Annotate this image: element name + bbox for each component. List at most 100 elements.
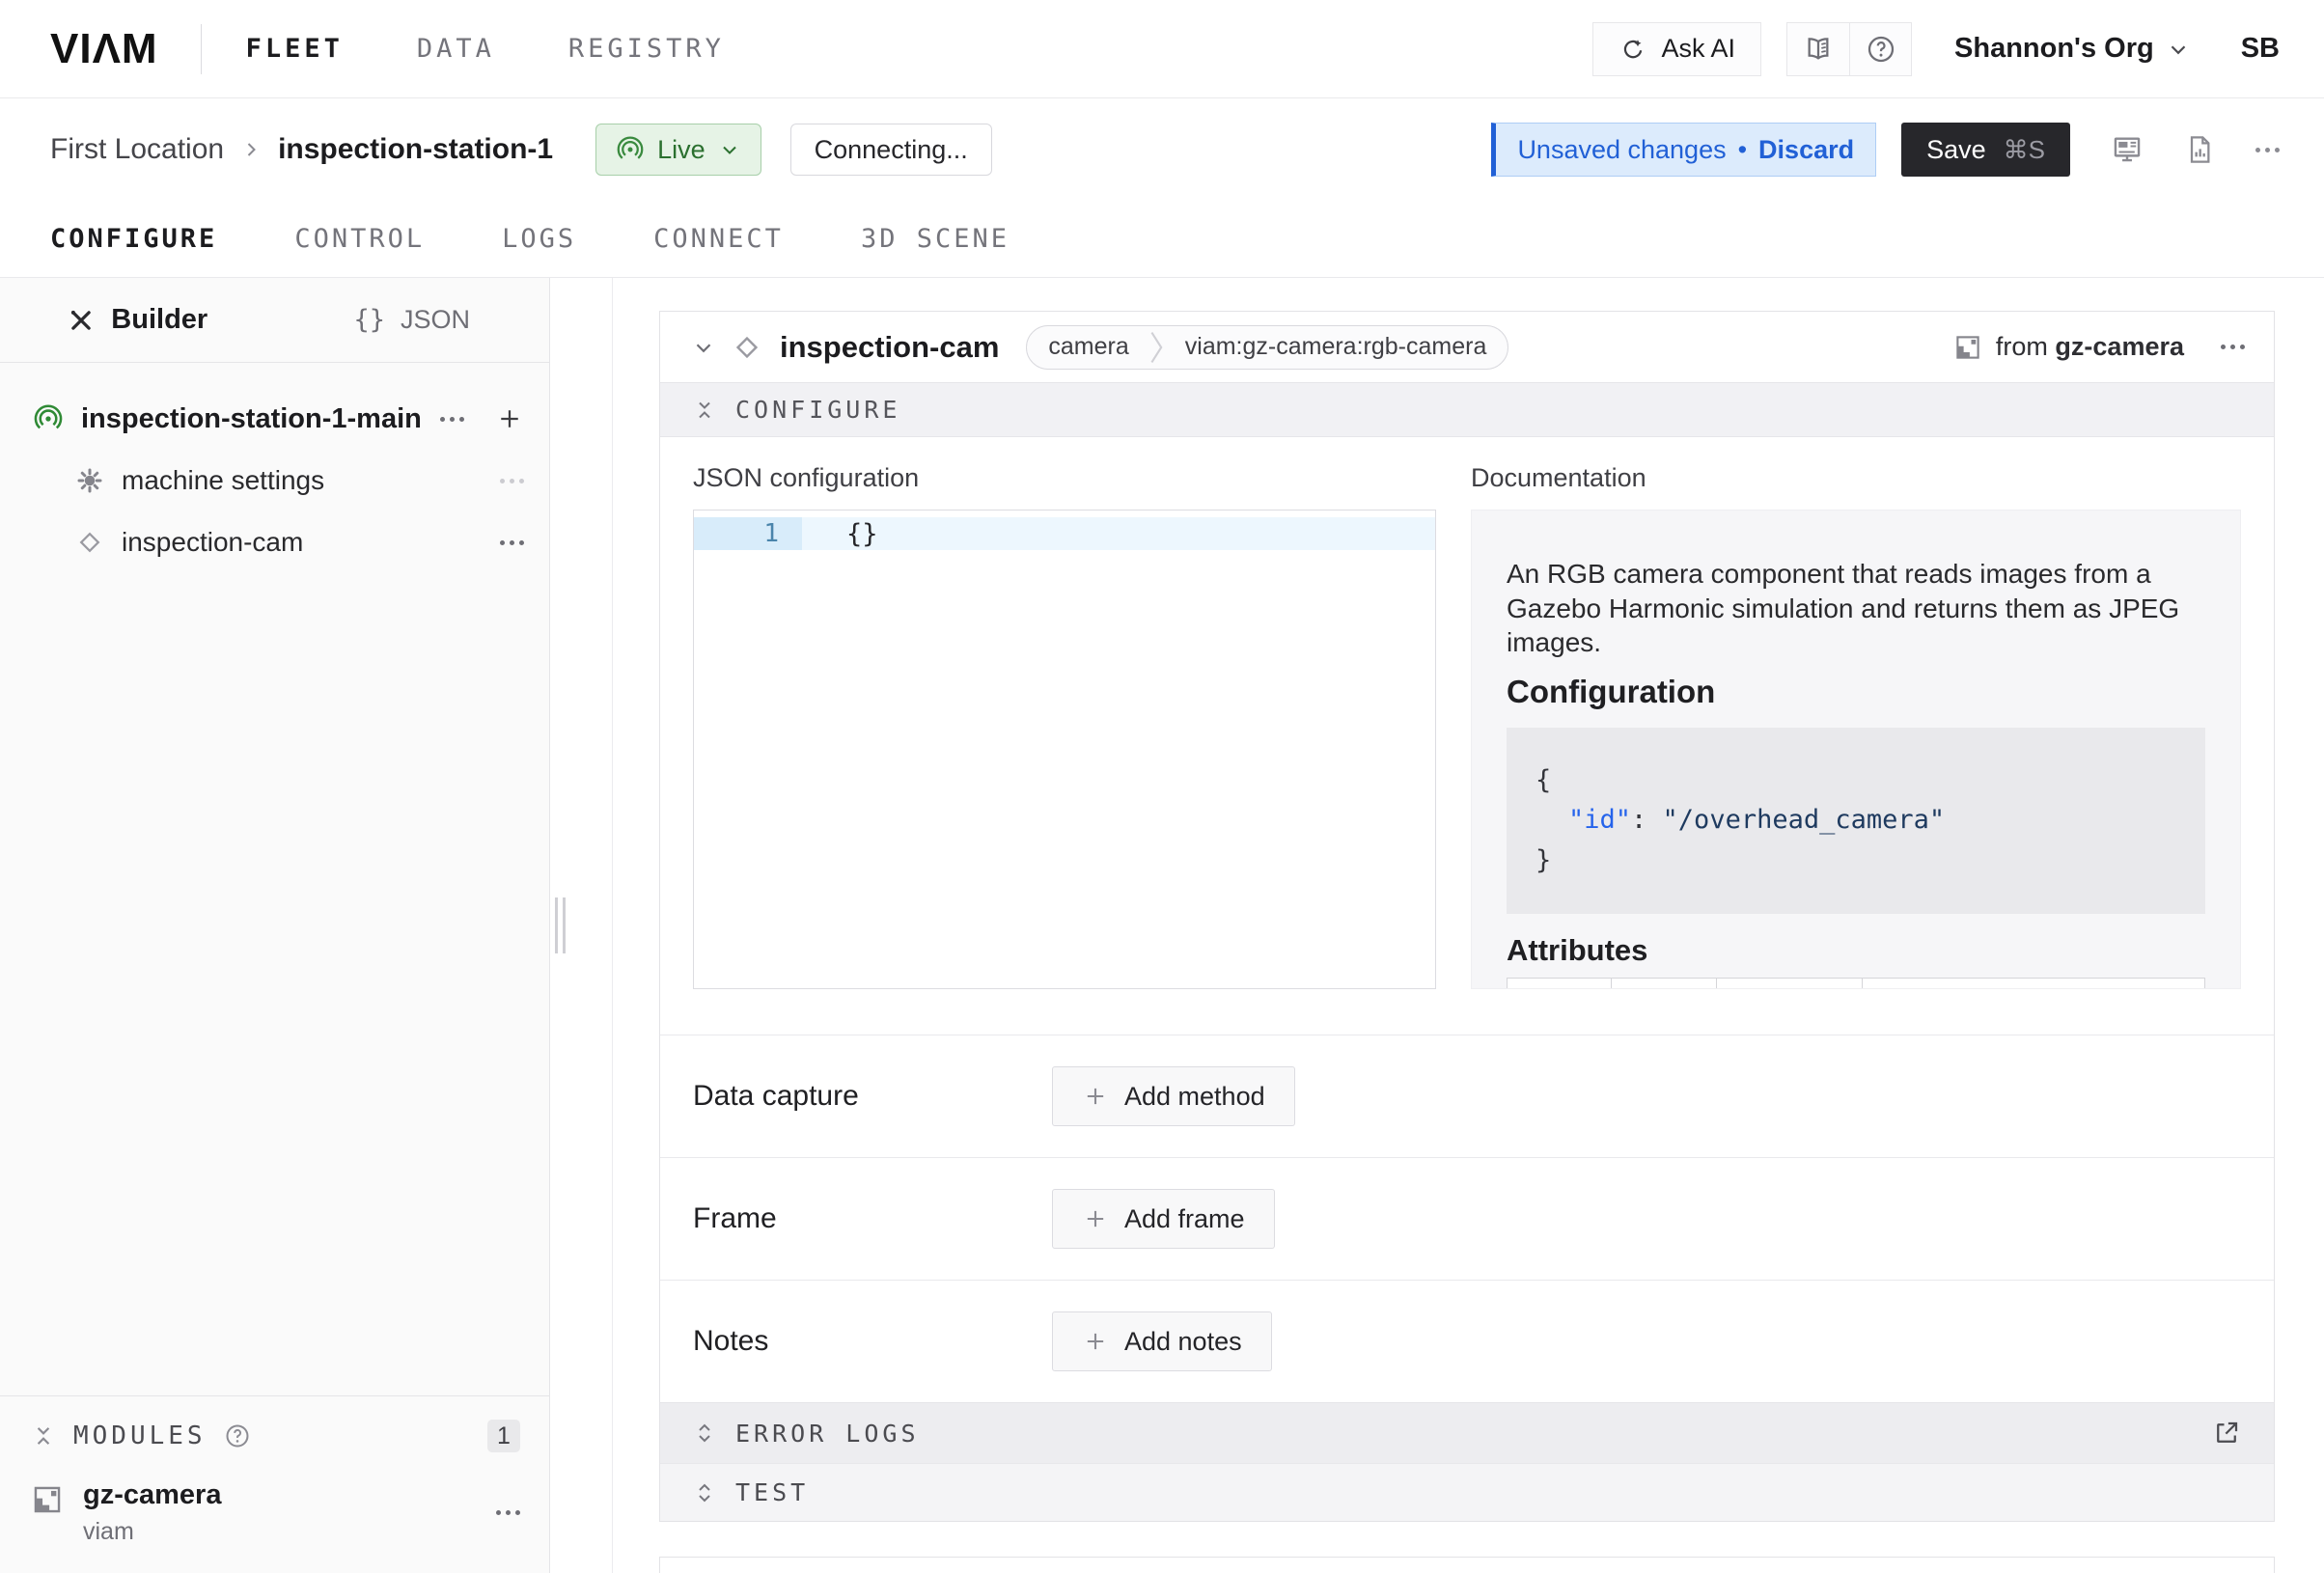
json-toggle[interactable]: {} JSON (275, 278, 550, 362)
nav-tab-data[interactable]: DATA (417, 34, 495, 64)
test-bar[interactable]: TEST (660, 1463, 2274, 1521)
json-toggle-label: JSON (401, 305, 470, 335)
modules-header[interactable]: MODULES 1 (0, 1396, 549, 1476)
builder-tools-icon (67, 306, 96, 335)
builder-json-toggle: Builder {} JSON (0, 278, 549, 363)
nav-tab-registry[interactable]: REGISTRY (568, 34, 725, 64)
module-more-menu[interactable] (496, 1510, 520, 1515)
configure-section-bar[interactable]: CONFIGURE (660, 382, 2274, 437)
connecting-button[interactable]: Connecting... (790, 124, 992, 176)
config-content: inspection-cam camera viam:gz-camera:rgb… (613, 278, 2324, 1573)
documentation-panel[interactable]: An RGB camera component that reads image… (1471, 510, 2241, 989)
from-module-name: gz-camera (2055, 332, 2184, 361)
editor-line-number: 1 (694, 517, 802, 550)
save-label: Save (1926, 135, 1986, 165)
separator-dot: • (1738, 135, 1747, 165)
monitor-icon[interactable] (2111, 133, 2144, 166)
add-frame-button[interactable]: Add frame (1052, 1189, 1275, 1249)
pill-chevron-icon (1150, 331, 1164, 364)
component-type: camera (1027, 333, 1149, 361)
add-method-button[interactable]: Add method (1052, 1066, 1295, 1126)
component-card-header: inspection-cam camera viam:gz-camera:rgb… (660, 312, 2274, 382)
breadcrumb-location[interactable]: First Location (50, 133, 224, 166)
diamond-icon (75, 528, 104, 557)
inspection-cam-more-menu[interactable] (500, 540, 524, 545)
top-nav: VIΛM FLEET DATA REGISTRY Ask AI (0, 0, 2324, 98)
discard-button[interactable]: Discard (1758, 135, 1854, 165)
json-braces-icon: {} (353, 305, 385, 335)
nav-tab-fleet[interactable]: FLEET (246, 34, 344, 64)
report-icon[interactable] (2184, 134, 2215, 165)
chevron-down-icon (2166, 37, 2191, 62)
notes-label: Notes (693, 1325, 1052, 1358)
machine-part-more-menu[interactable] (440, 417, 464, 422)
chevron-down-icon (718, 138, 741, 161)
external-link-icon[interactable] (2212, 1419, 2241, 1448)
org-switcher[interactable]: Shannon's Org (1954, 33, 2191, 65)
live-label: Live (657, 135, 706, 165)
viam-logo[interactable]: VIΛM (50, 25, 158, 73)
module-org: viam (83, 1518, 221, 1546)
builder-toggle[interactable]: Builder (0, 278, 275, 362)
tab-configure[interactable]: CONFIGURE (50, 224, 217, 254)
add-notes-button[interactable]: Add notes (1052, 1311, 1272, 1371)
attributes-table-cell (1508, 979, 1612, 989)
json-config-label: JSON configuration (693, 463, 1436, 494)
expand-icon (693, 1481, 716, 1504)
code-line: } (1536, 841, 2176, 881)
attributes-table-cell (1612, 979, 1716, 989)
editor-code-line[interactable]: {} (802, 517, 1435, 550)
ai-sparkle-icon (1618, 35, 1647, 64)
tab-logs[interactable]: LOGS (502, 224, 576, 254)
error-logs-bar[interactable]: ERROR LOGS (660, 1402, 2274, 1463)
machine-bar: First Location inspection-station-1 Live… (0, 98, 2324, 201)
connecting-label: Connecting... (815, 135, 968, 165)
ask-ai-button[interactable]: Ask AI (1592, 22, 1761, 76)
component-more-menu[interactable] (2221, 345, 2245, 349)
module-list-item[interactable]: gz-camera viam (0, 1476, 549, 1573)
help-circle-icon[interactable] (224, 1422, 251, 1449)
sidebar-resizer[interactable] (550, 278, 613, 1573)
machine-part-name: inspection-station-1-main (81, 403, 422, 435)
tab-3d-scene[interactable]: 3D SCENE (861, 224, 1010, 254)
frame-label: Frame (693, 1202, 1052, 1235)
tab-control[interactable]: CONTROL (294, 224, 425, 254)
machine-more-menu[interactable] (2255, 148, 2280, 152)
docs-book-icon[interactable] (1787, 23, 1849, 75)
chevron-down-icon[interactable] (691, 335, 716, 360)
plus-icon (1082, 1205, 1109, 1232)
help-icon-group (1786, 22, 1912, 76)
data-capture-label: Data capture (693, 1080, 1052, 1113)
broadcast-icon (616, 135, 645, 164)
collapse-icon (31, 1423, 56, 1449)
error-logs-label: ERROR LOGS (735, 1420, 920, 1448)
configure-section-body: JSON configuration 1 {} Documentation An… (660, 437, 2274, 1035)
json-config-editor[interactable]: 1 {} (693, 510, 1436, 989)
user-avatar[interactable]: SB (2241, 33, 2280, 65)
add-component-icon[interactable] (495, 404, 524, 433)
breadcrumb-chevron-icon (239, 138, 263, 161)
code-line: "id": "/overhead_camera" (1536, 800, 2176, 841)
save-button[interactable]: Save ⌘S (1901, 123, 2070, 177)
gear-icon (75, 466, 104, 495)
ask-ai-label: Ask AI (1661, 34, 1735, 64)
documentation-description: An RGB camera component that reads image… (1507, 557, 2205, 660)
tree-item-machine-main[interactable]: inspection-station-1-main (0, 388, 549, 450)
drag-handle-icon[interactable] (555, 897, 566, 953)
help-icon[interactable] (1849, 23, 1911, 75)
modules-title: MODULES (73, 1421, 207, 1450)
live-status-dropdown[interactable]: Live (595, 124, 761, 176)
machine-page-tabs: CONFIGURE CONTROL LOGS CONNECT 3D SCENE (0, 201, 2324, 278)
documentation-attributes-heading: Attributes (1507, 933, 2205, 968)
tree-item-inspection-cam[interactable]: inspection-cam (0, 511, 549, 573)
attributes-table-cell (1863, 979, 2204, 989)
frame-section: Frame Add frame (660, 1157, 2274, 1280)
machine-settings-more-menu[interactable] (500, 479, 524, 483)
component-type-pill: camera viam:gz-camera:rgb-camera (1026, 325, 1508, 370)
tab-connect[interactable]: CONNECT (653, 224, 784, 254)
module-card-gz-camera: gz-camera by viam module Registry (659, 1557, 2275, 1573)
from-module: from gz-camera (1953, 332, 2184, 362)
tree-item-machine-settings[interactable]: machine settings (0, 450, 549, 511)
expand-icon (693, 1421, 716, 1445)
module-name: gz-camera (83, 1479, 221, 1511)
